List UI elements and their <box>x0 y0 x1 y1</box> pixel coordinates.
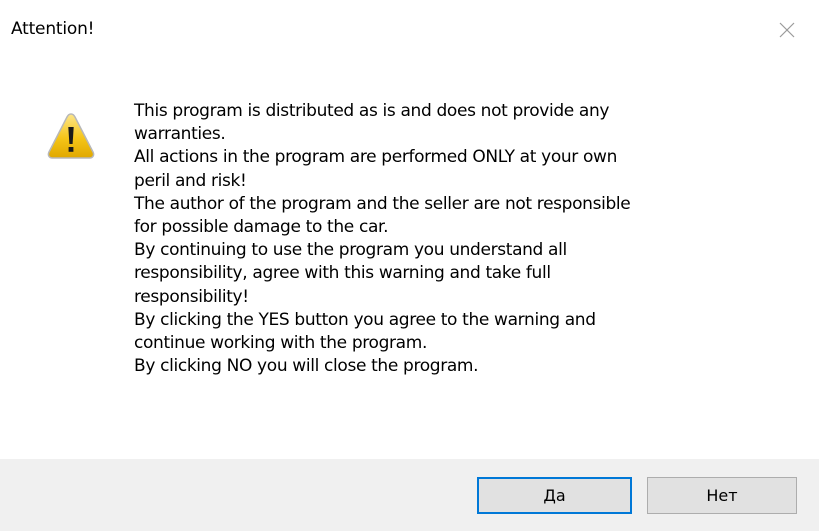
yes-button[interactable]: Да <box>477 477 632 514</box>
message-line: responsibility! <box>134 286 249 307</box>
warning-icon <box>47 113 95 159</box>
message-line: The author of the program and the seller… <box>134 193 631 214</box>
message-line: for possible damage to the car. <box>134 217 389 238</box>
dialog-title: Attention! <box>11 19 95 39</box>
message-line: responsibility, agree with this warning … <box>134 263 551 284</box>
message-dialog: Attention! This program is distributed a… <box>0 0 819 531</box>
message-line: All actions in the program are performed… <box>134 147 618 168</box>
message-line: warranties. <box>134 124 226 145</box>
message-line: continue working with the program. <box>134 333 427 354</box>
message-line: By continuing to use the program you und… <box>134 240 567 261</box>
message-line: By clicking NO you will close the progra… <box>134 356 479 377</box>
message-line: By clicking the YES button you agree to … <box>134 309 596 330</box>
message-line: This program is distributed as is and do… <box>134 101 610 121</box>
message-line: peril and risk! <box>134 170 247 191</box>
message-text: This program is distributed as is and do… <box>134 100 794 378</box>
close-button[interactable] <box>755 0 819 60</box>
close-icon <box>779 22 795 38</box>
no-button[interactable]: Нет <box>647 477 797 514</box>
